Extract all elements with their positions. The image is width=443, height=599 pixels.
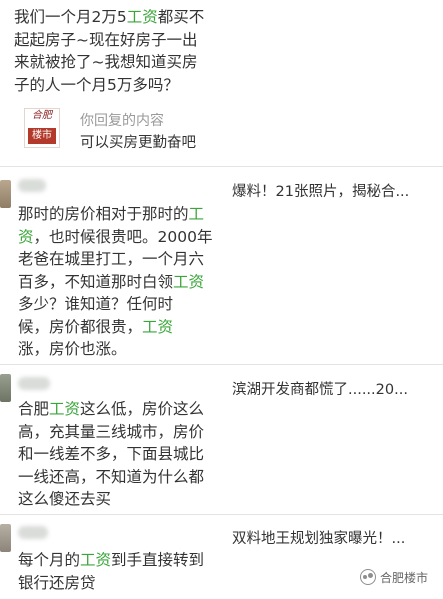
- text-segment: 涨，房价也涨。: [18, 340, 127, 358]
- watermark: 合肥楼市: [360, 568, 428, 586]
- reply-text: 可以买房更勤奋吧: [80, 135, 196, 151]
- divider: [0, 514, 443, 515]
- comment-line: 合肥工资这么低，房价这么: [18, 398, 204, 421]
- comment-text: 每个月的工资到手直接转到 银行还房贷: [18, 549, 204, 594]
- text-segment: 这么低，房价这么: [80, 400, 205, 418]
- keyword-highlight: 工资: [49, 400, 81, 418]
- avatar[interactable]: [0, 180, 11, 208]
- side-headline[interactable]: 双料地王规划独家曝光！...: [232, 527, 405, 548]
- keyword-highlight: 工资: [126, 8, 158, 26]
- comment-line: 百多，不知道那时白领工资: [18, 271, 212, 294]
- text-segment: 银行还房贷: [18, 573, 96, 592]
- comment-line: 候，房价都很贵，工资: [18, 316, 212, 339]
- text-segment: 高，充其量三线城市，房价: [18, 422, 205, 441]
- username-blurred[interactable]: [18, 179, 46, 192]
- text-segment: 到手直接转到: [111, 551, 205, 569]
- comment-line: 资，也时候很贵吧。2000年: [18, 226, 212, 249]
- comment-line: 多少？谁知道？任何时: [18, 293, 212, 316]
- divider: [0, 166, 443, 167]
- comment-line: 子的人一个月5万多吗？: [14, 74, 204, 97]
- comment-line: 银行还房贷: [18, 572, 204, 595]
- keyword-highlight: 资: [18, 227, 34, 246]
- hefei-loushi-logo-icon: 合肥 楼市: [24, 108, 60, 148]
- keyword-highlight: 工资: [173, 272, 205, 291]
- side-headline[interactable]: 滨湖开发商都慌了......20...: [232, 378, 408, 399]
- text-segment: 起起房子~现在好房子一出: [14, 30, 198, 49]
- reply-label: 你回复的内容: [80, 113, 164, 129]
- avatar[interactable]: [0, 374, 11, 402]
- divider: [0, 364, 443, 365]
- username-blurred[interactable]: [18, 526, 48, 539]
- comment-line: 一线还高，不知道为什么都: [18, 466, 204, 489]
- comment-line: 来就被抢了~我想知道买房: [14, 51, 204, 74]
- text-segment: 每个月的: [18, 551, 81, 569]
- comment-line: 这么傻还去买: [18, 488, 204, 511]
- text-segment: 都买不: [157, 8, 205, 26]
- text-segment: ，也时候很贵吧。2000年: [33, 227, 213, 246]
- comment-line: 我们一个月2万5工资都买不: [14, 6, 204, 29]
- keyword-highlight: 工资: [80, 551, 112, 569]
- text-segment: 一线还高，不知道为什么都: [18, 467, 205, 486]
- text-segment: 子的人一个月5万多吗？: [14, 75, 179, 94]
- keyword-highlight: 工资: [142, 317, 174, 336]
- wechat-icon: [360, 569, 376, 585]
- keyword-highlight: 工: [188, 205, 205, 223]
- comment-line: 和一线差不多，下面县城比: [18, 443, 204, 466]
- top-comment-text: 我们一个月2万5工资都买不 起起房子~现在好房子一出 来就被抢了~我想知道买房 子的人…: [14, 6, 204, 96]
- comment-line: 起起房子~现在好房子一出: [14, 29, 204, 52]
- text-segment: 合肥: [18, 400, 50, 418]
- text-segment: 这么傻还去买: [18, 490, 112, 508]
- comment-line: 每个月的工资到手直接转到: [18, 549, 204, 572]
- logo-top-text: 合肥: [32, 110, 52, 121]
- text-segment: 来就被抢了~我想知道买房: [14, 53, 198, 71]
- comment-text: 那时的房价相对于那时的工 资，也时候很贵吧。2000年 老爸在城里打工，一个月六 百多…: [18, 203, 212, 361]
- avatar[interactable]: [0, 524, 11, 552]
- text-segment: 和一线差不多，下面县城比: [18, 445, 205, 463]
- watermark-text: 合肥楼市: [380, 570, 429, 585]
- text-segment: 百多，不知道那时白领: [18, 272, 174, 291]
- text-segment: 我们一个月2万5: [14, 8, 127, 26]
- text-segment: 多少？谁知道？任何时: [18, 295, 174, 313]
- comment-line: 涨，房价也涨。: [18, 338, 212, 361]
- logo-bottom-text: 楼市: [28, 128, 56, 144]
- comment-line: 老爸在城里打工，一个月六: [18, 248, 212, 271]
- text-segment: 那时的房价相对于那时的: [18, 205, 189, 223]
- reply-box[interactable]: 合肥 楼市 你回复的内容 可以买房更勤奋吧: [14, 96, 204, 158]
- comment-line: 高，充其量三线城市，房价: [18, 421, 204, 444]
- comment-line: 那时的房价相对于那时的工: [18, 203, 212, 226]
- text-segment: 候，房价都很贵，: [18, 317, 143, 336]
- username-blurred[interactable]: [18, 377, 50, 390]
- comment-text: 合肥工资这么低，房价这么 高，充其量三线城市，房价 和一线差不多，下面县城比 一线还高…: [18, 398, 204, 511]
- side-headline[interactable]: 爆料！21张照片，揭秘合...: [232, 180, 409, 201]
- text-segment: 老爸在城里打工，一个月六: [18, 250, 205, 268]
